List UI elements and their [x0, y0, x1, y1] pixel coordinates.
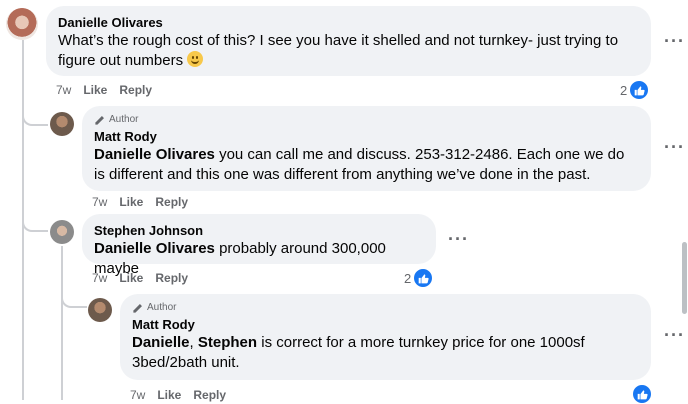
timestamp[interactable]: 7w — [92, 195, 107, 209]
thread-elbow — [61, 282, 87, 308]
thumbs-up-icon — [413, 268, 434, 288]
reaction-summary[interactable]: 2 — [404, 268, 434, 288]
avatar[interactable] — [88, 298, 112, 322]
pencil-icon — [133, 303, 142, 313]
author-badge-label: Author — [147, 302, 177, 313]
comment-author[interactable]: Matt Rody — [94, 128, 639, 145]
more-options-icon[interactable]: ··· — [664, 32, 685, 50]
avatar[interactable] — [50, 112, 74, 136]
author-badge: Author — [132, 302, 639, 314]
smiling-face-emoji-icon — [187, 51, 204, 67]
reaction-summary[interactable]: 2 — [620, 80, 650, 100]
comment-text: Danielle, Stephen is correct for a more … — [132, 333, 639, 373]
like-button[interactable]: Like — [119, 271, 143, 285]
avatar[interactable] — [6, 8, 38, 40]
reply-button[interactable]: Reply — [119, 83, 152, 97]
scrollbar-thumb[interactable] — [682, 242, 687, 314]
author-badge-label: Author — [109, 114, 139, 125]
comment-bubble: Author Matt Rody Danielle Olivares you c… — [82, 106, 651, 191]
mention-link[interactable]: Danielle Olivares — [94, 240, 215, 257]
timestamp[interactable]: 7w — [56, 83, 71, 97]
comment-author[interactable]: Danielle Olivares — [58, 14, 639, 31]
comment-author[interactable]: Matt Rody — [132, 316, 639, 333]
mention-link[interactable]: Danielle Olivares — [94, 146, 215, 163]
reply-button[interactable]: Reply — [155, 195, 188, 209]
comment-author[interactable]: Stephen Johnson — [94, 222, 424, 239]
comment-actions: 7w Like Reply — [92, 195, 188, 209]
reaction-count: 2 — [404, 270, 412, 286]
thread-line-sub — [61, 246, 63, 400]
thumbs-up-icon — [632, 384, 652, 404]
more-options-icon[interactable]: ··· — [664, 326, 685, 344]
comment-text: Danielle Olivares you can call me and di… — [94, 145, 639, 185]
comment-bubble: Stephen Johnson Danielle Olivares probab… — [82, 214, 436, 277]
mention-link[interactable]: Stephen — [198, 334, 257, 351]
like-button[interactable]: Like — [119, 195, 143, 209]
author-badge: Author — [94, 114, 639, 126]
reaction-summary[interactable] — [632, 384, 652, 404]
more-options-icon[interactable]: ··· — [448, 230, 469, 248]
comment-actions: 7w Like Reply — [92, 271, 188, 285]
avatar[interactable] — [50, 220, 74, 244]
mention-separator: , — [189, 334, 198, 351]
like-button[interactable]: Like — [83, 83, 107, 97]
thread-elbow — [22, 200, 48, 232]
comment-bubble: Danielle Olivares What’s the rough cost … — [46, 6, 651, 76]
mention-link[interactable]: Danielle — [132, 334, 190, 351]
reply-button[interactable]: Reply — [155, 271, 188, 285]
more-options-icon[interactable]: ··· — [664, 138, 685, 156]
timestamp[interactable]: 7w — [92, 271, 107, 285]
pencil-icon — [95, 115, 104, 125]
comment-actions: 7w Like Reply — [56, 83, 152, 97]
thumbs-up-icon — [629, 80, 650, 100]
reaction-count: 2 — [620, 82, 628, 98]
comment-body: What’s the rough cost of this? I see you… — [58, 32, 619, 69]
thread-elbow — [22, 96, 48, 126]
comment-text: What’s the rough cost of this? I see you… — [58, 31, 639, 71]
comment-bubble: Author Matt Rody Danielle, Stephen is co… — [120, 294, 651, 380]
